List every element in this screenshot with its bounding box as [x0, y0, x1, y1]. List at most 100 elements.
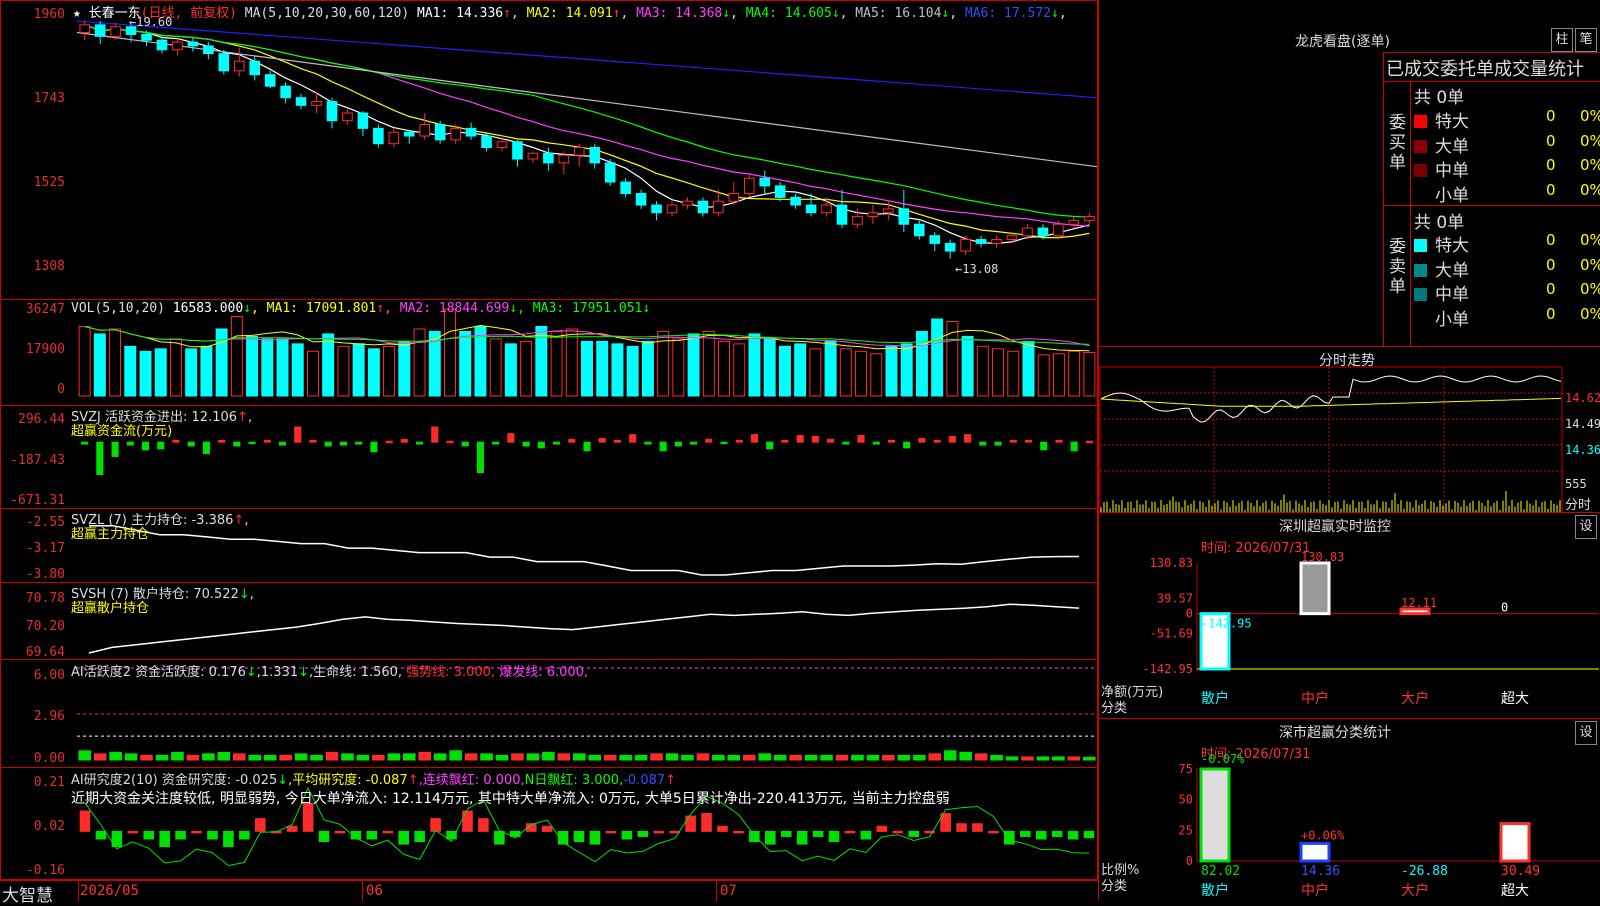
bar	[279, 754, 292, 761]
bar	[598, 437, 606, 443]
bar	[876, 825, 888, 832]
vol-y-label: 17900	[25, 342, 65, 357]
bar	[402, 753, 416, 761]
candle-body	[94, 24, 106, 37]
color-swatch	[1414, 189, 1427, 202]
bar	[796, 830, 808, 845]
bar	[581, 340, 593, 397]
volume-pane[interactable]: VOL(5,10,20) 16583.000↓, MA1: 17091.801↑…	[0, 299, 1098, 406]
ai-research-pane[interactable]: AI研究度2(10) 资金研究度: -0.025↓,平均研究度: -0.087↑…	[0, 767, 1098, 880]
bar	[337, 345, 350, 397]
bar	[306, 350, 319, 397]
intraday-panel: 分时走势 14.62 14.49 14.36 555 分时	[1099, 346, 1600, 513]
candle-body	[867, 212, 879, 218]
bar	[159, 830, 170, 848]
row-percent: 0%	[1580, 231, 1600, 249]
candle-body	[589, 147, 601, 164]
bar	[765, 830, 776, 845]
main-price-pane[interactable]: ★ 长春一东(日线, 前复权) MA(5,10,20,30,60,120) MA…	[0, 0, 1098, 300]
ss-stat-panel: 深市超赢分类统计 设 时间: 2026/07/31 75 50 25 0 82.02 散户…	[1099, 718, 1600, 901]
bar	[626, 345, 639, 397]
bar	[504, 343, 517, 397]
candle-body	[79, 24, 91, 34]
row-name: 特大	[1435, 236, 1469, 256]
row-percent: 0%	[1580, 131, 1600, 150]
bar	[1067, 756, 1081, 761]
volume-chart	[78, 308, 1096, 397]
bar-mode-button[interactable]: 柱	[1551, 28, 1573, 52]
bar	[976, 345, 989, 397]
ma-sep: ,	[949, 6, 958, 21]
bar	[900, 343, 913, 397]
candle-body	[697, 200, 709, 214]
candle-body	[481, 135, 492, 149]
bar	[172, 439, 180, 443]
bar	[511, 753, 524, 761]
bar	[1055, 439, 1063, 443]
x-tick	[78, 881, 79, 901]
candle-body	[883, 208, 894, 214]
bar	[418, 751, 432, 761]
svsh-pane[interactable]: SVSH (7) 散户持仓: 70.522↓, 超赢散户持仓 70.78 70.…	[0, 582, 1098, 660]
bar	[681, 754, 694, 761]
candle-body	[898, 208, 910, 225]
bar	[202, 441, 210, 455]
bar	[415, 441, 424, 445]
bar	[1083, 352, 1096, 397]
candle-body	[759, 177, 771, 187]
bar	[324, 441, 332, 447]
candle-body	[666, 204, 678, 214]
bar	[872, 441, 880, 445]
main-y-label: 1525	[33, 175, 65, 190]
sz-bar-label: -142.95	[1201, 617, 1252, 631]
row-value: 0	[1546, 156, 1556, 174]
bar	[478, 818, 489, 832]
bar	[248, 441, 256, 445]
row-name: 小单	[1435, 309, 1469, 330]
bar	[619, 754, 632, 761]
svsh-y-label: 70.20	[25, 619, 65, 634]
bar	[367, 348, 380, 397]
candle-body	[388, 131, 400, 145]
ai2-y-label: 0.21	[33, 775, 65, 790]
bar	[589, 830, 601, 845]
color-swatch	[1414, 239, 1427, 252]
bar	[1024, 439, 1033, 443]
bar	[974, 753, 988, 761]
sz-monitor-chart: 130.83 39.57 0 -51.69 -142.95 -142.95 散户 130.83…	[1142, 550, 1599, 707]
bar	[398, 340, 411, 397]
ai-activity-pane[interactable]: AI活跃度2 资金活跃度: 0.176↓,1.331↓,生命线: 1.560, …	[0, 659, 1098, 768]
candle-body	[450, 127, 461, 141]
row-name: 小单	[1435, 185, 1469, 206]
row-percent: 0%	[1580, 180, 1600, 199]
order-row: 大单 0 0%	[1414, 132, 1600, 157]
line-series	[88, 603, 1080, 654]
candle-body	[975, 239, 987, 244]
bar	[223, 830, 234, 848]
bar	[526, 753, 540, 761]
svzl-pane[interactable]: SVZL (7) 主力持仓: -3.386↑, 超赢主力持仓 -2.55 -3.…	[0, 508, 1098, 583]
bar	[109, 328, 122, 397]
bar	[248, 754, 262, 761]
bar	[583, 441, 591, 452]
bar	[908, 830, 919, 837]
bar	[79, 810, 91, 832]
bar	[207, 830, 218, 840]
svzl-subtitle: 超赢主力持仓	[71, 527, 150, 542]
bar	[650, 753, 663, 761]
bar	[202, 753, 215, 761]
ma-arrow: ↓	[831, 6, 840, 21]
sz-category-label: 分类	[1101, 701, 1128, 716]
bar	[310, 754, 323, 761]
divider	[1384, 81, 1600, 82]
bar	[1067, 830, 1079, 840]
bar	[370, 441, 378, 453]
bar	[720, 441, 728, 445]
ma-arrow: ↑	[503, 6, 511, 21]
bar	[111, 441, 119, 457]
ss-category: 大户	[1401, 882, 1429, 899]
svzj-pane[interactable]: SVZJ 活跃资金进出: 12.106↑, 超赢资金流(万元) 296.44 -…	[0, 405, 1098, 509]
tick-mode-button[interactable]: 笔	[1575, 28, 1597, 52]
bar	[1040, 441, 1048, 451]
bar	[200, 345, 213, 397]
